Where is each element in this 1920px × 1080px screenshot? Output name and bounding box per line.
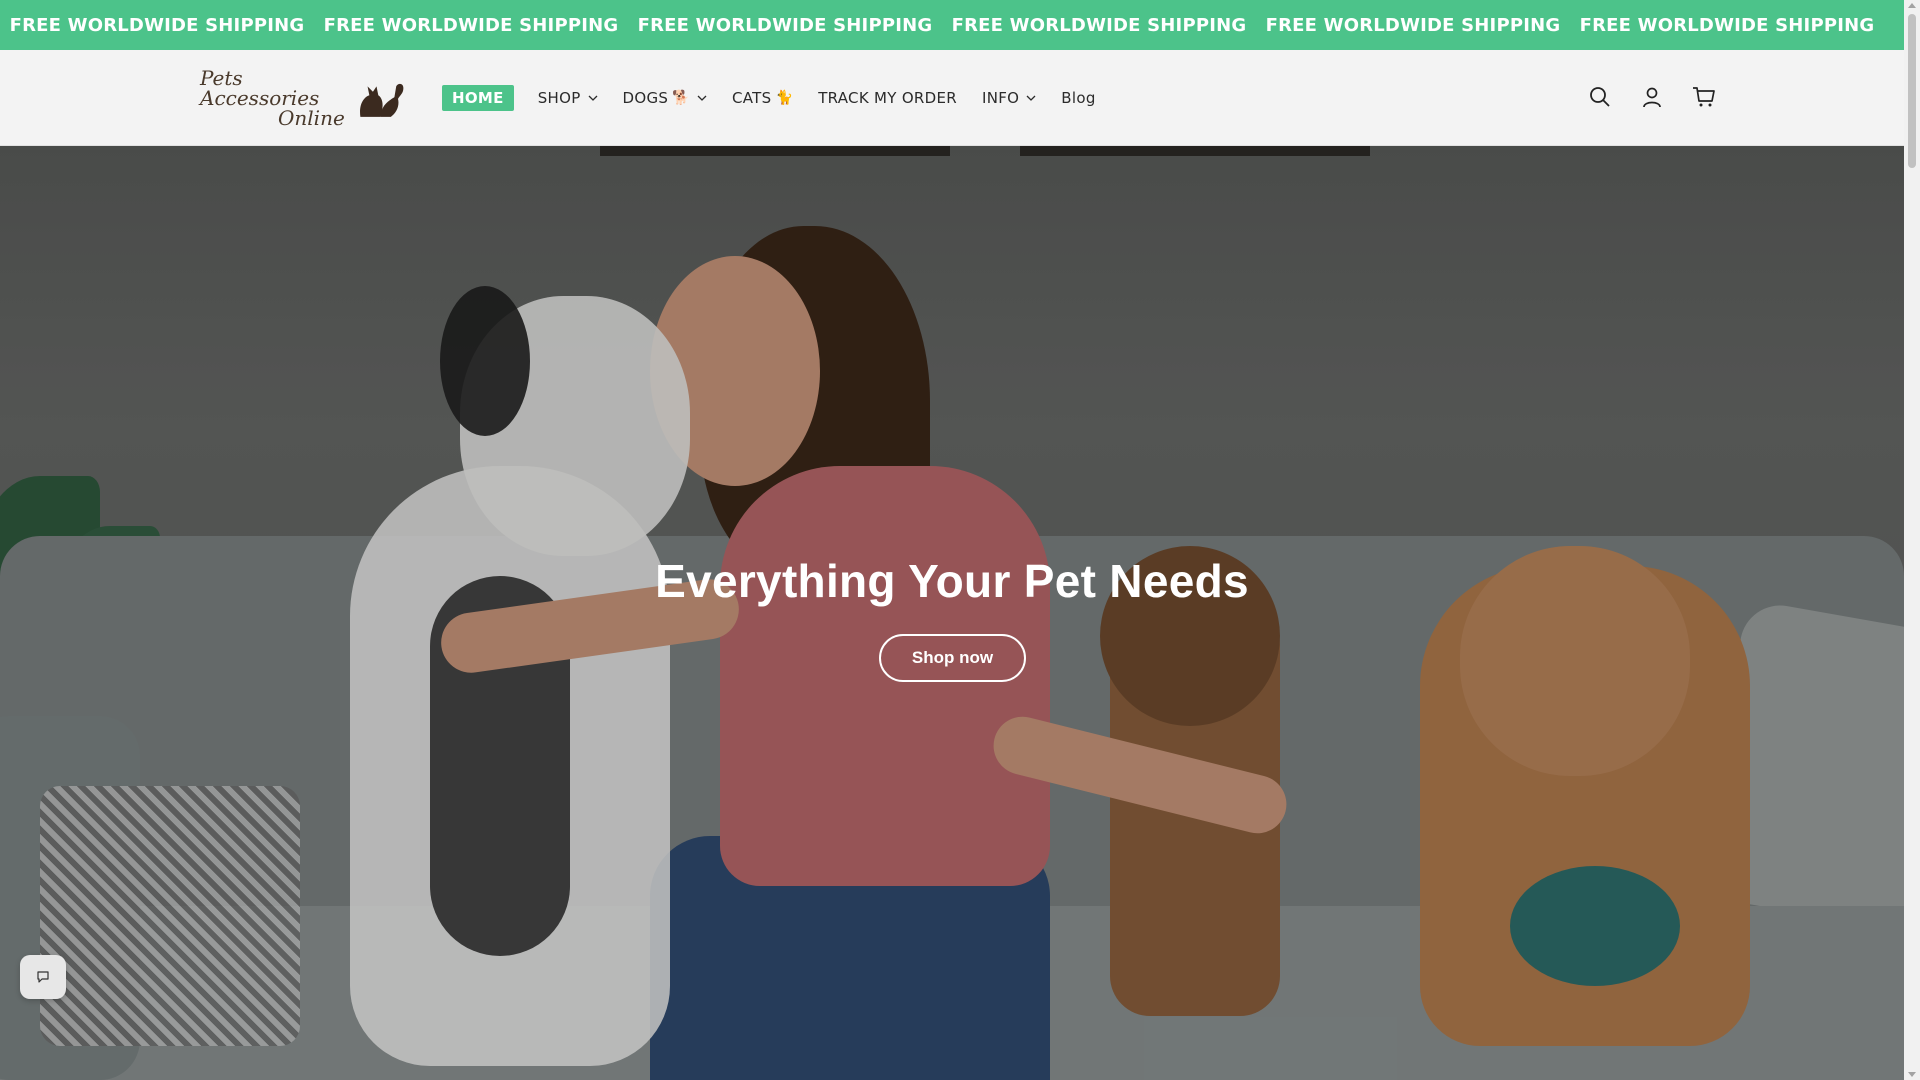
nav-dogs-label: DOGS — [622, 89, 669, 107]
scroll-up-arrow-icon[interactable] — [1908, 3, 1916, 8]
nav-cats-label: CATS — [731, 89, 772, 107]
scroll-thumb[interactable] — [1908, 14, 1916, 168]
nav-info[interactable]: INFO — [982, 89, 1036, 107]
nav-track-order[interactable]: TRACK MY ORDER — [818, 89, 957, 107]
nav-info-label: INFO — [982, 89, 1020, 107]
announcement-item: FREE WORLDWIDE SHIPPING — [9, 14, 305, 36]
logo-line-2: Online — [278, 106, 345, 130]
search-icon[interactable] — [1585, 82, 1615, 112]
chevron-down-icon — [1026, 95, 1036, 101]
main-nav: HOME SHOP DOGS 🐕 CATS 🐈 TRACK MY ORDER I… — [442, 84, 1121, 112]
scrollbar[interactable] — [1904, 0, 1920, 1080]
announcement-item: FREE WORLDWIDE SHIPPING — [1265, 14, 1561, 36]
announcement-bar: FREE WORLDWIDE SHIPPING FREE WORLDWIDE S… — [0, 0, 1904, 50]
account-icon[interactable] — [1637, 82, 1667, 112]
announcement-item: FREE WORLDWIDE SHIPPING — [323, 14, 619, 36]
site-header: Pets Accessories Online HOME SHOP DOGS 🐕… — [0, 50, 1904, 146]
logo-line-1: Pets Accessories — [200, 66, 320, 110]
nav-dogs[interactable]: DOGS 🐕 — [623, 89, 707, 107]
logo-text: Pets Accessories Online — [200, 68, 351, 128]
site-logo[interactable]: Pets Accessories Online — [200, 68, 405, 128]
nav-blog[interactable]: Blog — [1061, 89, 1095, 107]
nav-cats[interactable]: CATS 🐈 — [732, 89, 793, 107]
chevron-down-icon — [588, 95, 598, 101]
scroll-down-arrow-icon[interactable] — [1908, 1072, 1916, 1077]
shop-now-button[interactable]: Shop now — [879, 634, 1026, 682]
chat-button[interactable] — [20, 955, 66, 999]
nav-shop[interactable]: SHOP — [538, 89, 598, 107]
nav-shop-label: SHOP — [537, 89, 581, 107]
hero-overlay — [0, 146, 1904, 1080]
nav-home[interactable]: HOME — [442, 85, 514, 111]
cart-icon[interactable] — [1689, 82, 1719, 112]
hero-banner: Everything Your Pet Needs Shop now — [0, 146, 1904, 1080]
announcement-item: FREE WORLDWIDE SHIPPING — [951, 14, 1247, 36]
cat-emoji-icon: 🐈 — [775, 90, 794, 106]
cat-dog-silhouette-icon — [359, 83, 404, 117]
page: FREE WORLDWIDE SHIPPING FREE WORLDWIDE S… — [0, 0, 1920, 1080]
header-icons — [1585, 82, 1719, 112]
hero-title: Everything Your Pet Needs — [655, 555, 1249, 607]
chevron-down-icon — [697, 95, 707, 101]
dog-emoji-icon: 🐕 — [672, 90, 690, 106]
announcement-item: FREE WORLDWIDE SHIPPING — [637, 14, 933, 36]
chat-bubble-icon — [37, 971, 49, 983]
announcement-item: FREE WORLDWIDE SHIPPING — [1579, 14, 1875, 36]
